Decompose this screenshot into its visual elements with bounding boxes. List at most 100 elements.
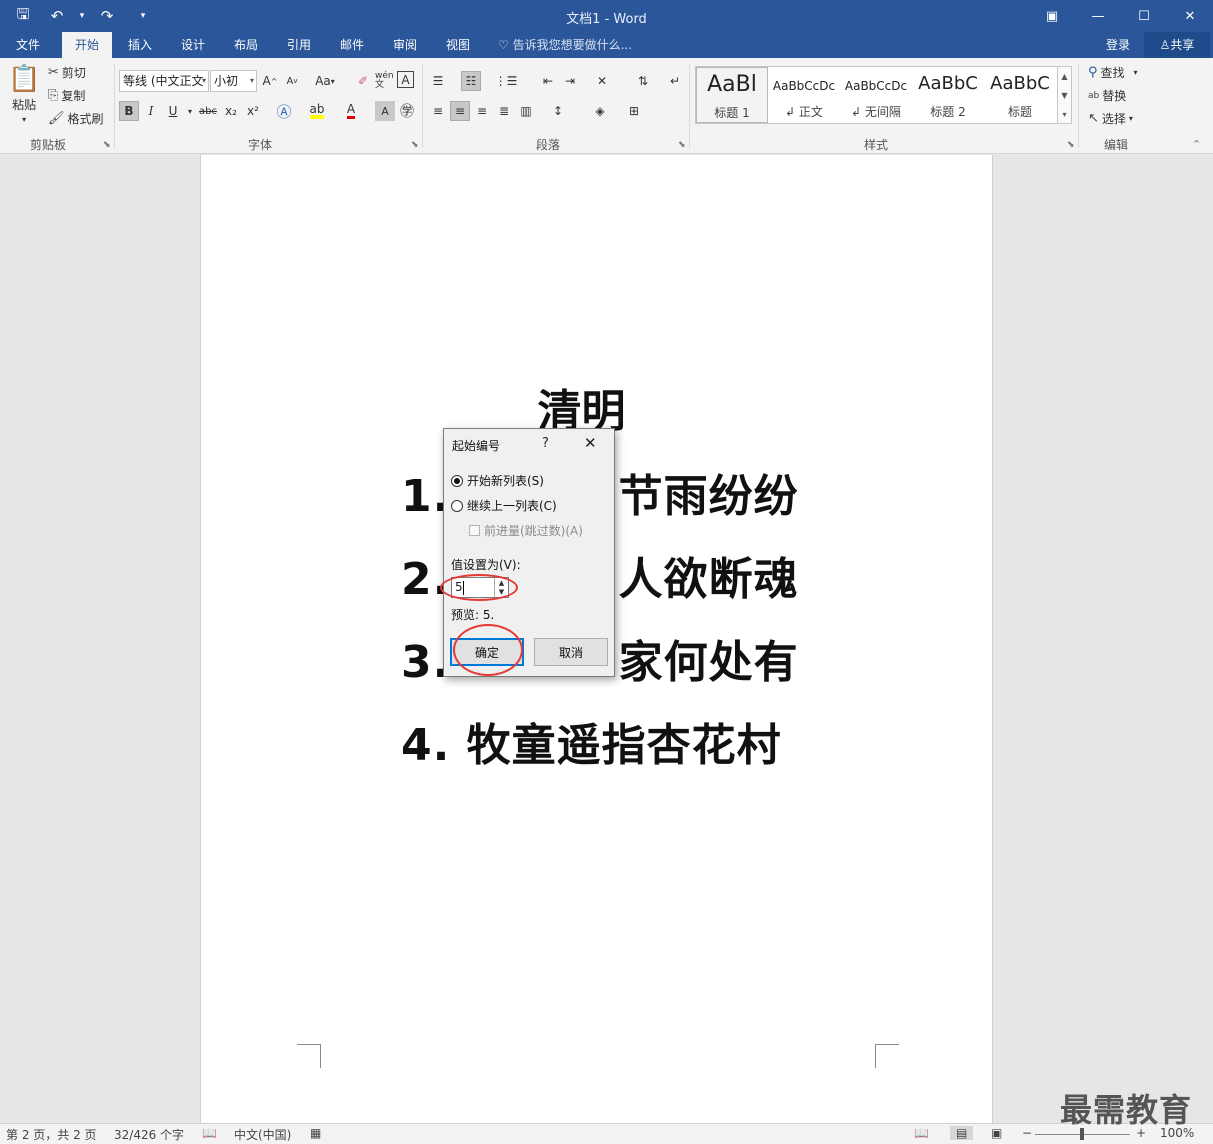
clipboard-launcher-icon[interactable]: ⬊: [103, 140, 111, 150]
copy-button[interactable]: ⎘ 复制: [48, 87, 85, 104]
font-launcher-icon[interactable]: ⬊: [411, 140, 419, 150]
chevron-down-icon[interactable]: ▼: [1058, 86, 1071, 105]
multilevel-list-icon[interactable]: ⋮☰: [495, 71, 518, 91]
shrink-font-button[interactable]: Av: [282, 71, 302, 91]
print-layout-icon[interactable]: ▤: [950, 1126, 974, 1140]
show-hide-marks-icon[interactable]: ↵: [665, 71, 685, 91]
tab-insert[interactable]: 插入: [117, 32, 163, 58]
justify-icon[interactable]: ≣: [494, 101, 514, 121]
enclose-characters-icon[interactable]: ㊫: [397, 101, 417, 121]
character-border-icon[interactable]: A: [397, 71, 414, 88]
tab-design[interactable]: 设计: [170, 32, 216, 58]
tab-review[interactable]: 审阅: [382, 32, 428, 58]
sort-icon[interactable]: ⇅: [633, 71, 653, 91]
advance-value-checkbox[interactable]: 前进量(跳过数)(A): [469, 522, 583, 539]
collapse-ribbon-icon[interactable]: ⌃: [1192, 138, 1201, 151]
close-button[interactable]: ✕: [1167, 0, 1213, 32]
list-text: 家何处有: [618, 637, 799, 688]
sign-in-link[interactable]: 登录: [1106, 32, 1130, 58]
replace-button[interactable]: ab 替换: [1088, 87, 1126, 104]
maximize-button[interactable]: ☐: [1121, 0, 1167, 32]
shading-icon[interactable]: ◈: [590, 101, 610, 121]
change-case-icon: Aa: [315, 74, 331, 88]
scissors-icon: ✂: [48, 65, 59, 80]
proofing-icon[interactable]: 📖: [202, 1126, 217, 1140]
font-color-icon[interactable]: A: [341, 101, 361, 121]
styles-scrollbar[interactable]: ▲ ▼ ▾: [1058, 66, 1072, 124]
style-heading-2[interactable]: AaBbC 标题 2: [912, 67, 984, 123]
highlight-color-icon[interactable]: ab: [307, 101, 327, 121]
clipboard-group-label: 剪贴板: [29, 138, 66, 152]
strikethrough-button[interactable]: abc: [196, 101, 220, 121]
continue-list-radio[interactable]: 继续上一列表(C): [451, 497, 557, 514]
chevron-down-icon: ▾: [249, 76, 254, 85]
start-new-list-radio[interactable]: 开始新列表(S): [451, 472, 544, 489]
text-effects-icon[interactable]: Ⓐ: [274, 101, 294, 121]
ribbon-tabs: 文件 开始 插入 设计 布局 引用 邮件 审阅 视图 ♡ 告诉我您想要做什么..…: [0, 32, 1213, 58]
zoom-out-button[interactable]: −: [1022, 1126, 1032, 1140]
person-icon: ♙: [1159, 38, 1171, 52]
numbering-icon[interactable]: ☷: [461, 71, 481, 91]
macro-icon[interactable]: ▦: [310, 1126, 321, 1140]
web-layout-icon[interactable]: ▣: [991, 1126, 1002, 1140]
copy-icon: ⎘: [48, 88, 59, 103]
tab-layout[interactable]: 布局: [223, 32, 269, 58]
grow-font-button[interactable]: A ^: [260, 71, 280, 91]
clear-formatting-icon[interactable]: ✐: [353, 71, 373, 91]
decrease-indent-icon[interactable]: ⇤: [538, 71, 558, 91]
tab-mailings[interactable]: 邮件: [329, 32, 375, 58]
find-button[interactable]: ⚲ 查找 ▾: [1088, 64, 1138, 81]
paste-button[interactable]: 📋 粘贴 ▾: [8, 64, 40, 124]
character-shading-icon[interactable]: A: [375, 101, 395, 121]
line-spacing-icon[interactable]: ↕: [548, 101, 568, 121]
language-indicator[interactable]: 中文(中国): [234, 1126, 291, 1143]
more-styles-icon[interactable]: ▾: [1058, 105, 1071, 124]
select-button[interactable]: ↖ 选择 ▾: [1088, 110, 1133, 127]
tell-me-text: 告诉我您想要做什么...: [512, 38, 633, 52]
style-no-spacing[interactable]: AaBbCcDc ↲ 无间隔: [840, 67, 912, 123]
italic-button[interactable]: I: [141, 101, 161, 121]
close-icon[interactable]: ✕: [584, 434, 597, 452]
style-heading-1[interactable]: AaBl 标题 1: [696, 67, 768, 123]
style-title[interactable]: AaBbC 标题: [984, 67, 1056, 123]
style-normal[interactable]: AaBbCcDc ↲ 正文: [768, 67, 840, 123]
align-right-icon[interactable]: ≡: [472, 101, 492, 121]
align-center-icon[interactable]: ≡: [450, 101, 470, 121]
tab-home[interactable]: 开始: [62, 32, 112, 58]
tab-view[interactable]: 视图: [435, 32, 481, 58]
change-case-button[interactable]: Aa ▾: [310, 71, 340, 91]
select-label: 选择: [1101, 112, 1126, 126]
paragraph-launcher-icon[interactable]: ⬊: [678, 140, 686, 150]
superscript-button[interactable]: x²: [243, 101, 263, 121]
read-mode-icon[interactable]: 📖: [914, 1126, 929, 1140]
tab-file[interactable]: 文件: [5, 32, 51, 58]
bullets-icon[interactable]: ☰: [428, 71, 448, 91]
phonetic-guide-icon[interactable]: wén 文: [375, 71, 395, 91]
share-button[interactable]: ♙共享: [1144, 32, 1210, 58]
tell-me-search[interactable]: ♡ 告诉我您想要做什么...: [498, 32, 632, 58]
font-name-combo[interactable]: 等线 (中文正文 ▾: [119, 70, 209, 92]
help-icon[interactable]: ?: [542, 436, 549, 451]
increase-indent-icon[interactable]: ⇥: [560, 71, 580, 91]
tab-references[interactable]: 引用: [276, 32, 322, 58]
cancel-button[interactable]: 取消: [534, 638, 608, 666]
style-name: ↲ 无间隔: [851, 105, 901, 119]
page-count[interactable]: 第 2 页，共 2 页: [6, 1126, 97, 1143]
chinese-layout-icon[interactable]: ✕: [592, 71, 612, 91]
distributed-icon[interactable]: ▥: [516, 101, 536, 121]
chevron-up-icon[interactable]: ▲: [1058, 67, 1071, 86]
subscript-button[interactable]: x₂: [221, 101, 241, 121]
bold-button[interactable]: B: [119, 101, 139, 121]
paragraph-group-label: 段落: [535, 138, 560, 152]
align-left-icon[interactable]: ≡: [428, 101, 448, 121]
chevron-down-icon: ▾: [22, 115, 27, 124]
minimize-button[interactable]: —: [1075, 0, 1121, 32]
borders-icon[interactable]: ⊞: [624, 101, 644, 121]
styles-launcher-icon[interactable]: ⬊: [1067, 140, 1075, 150]
cut-button[interactable]: ✂ 剪切: [48, 64, 86, 81]
word-count[interactable]: 32/426 个字: [114, 1126, 184, 1143]
font-size-combo[interactable]: 小初 ▾: [210, 70, 257, 92]
list-text: 人欲断魂: [618, 554, 799, 605]
format-painter-button[interactable]: 🖌 格式刷: [48, 110, 104, 127]
ribbon-display-options-icon[interactable]: ▣: [1029, 0, 1075, 32]
